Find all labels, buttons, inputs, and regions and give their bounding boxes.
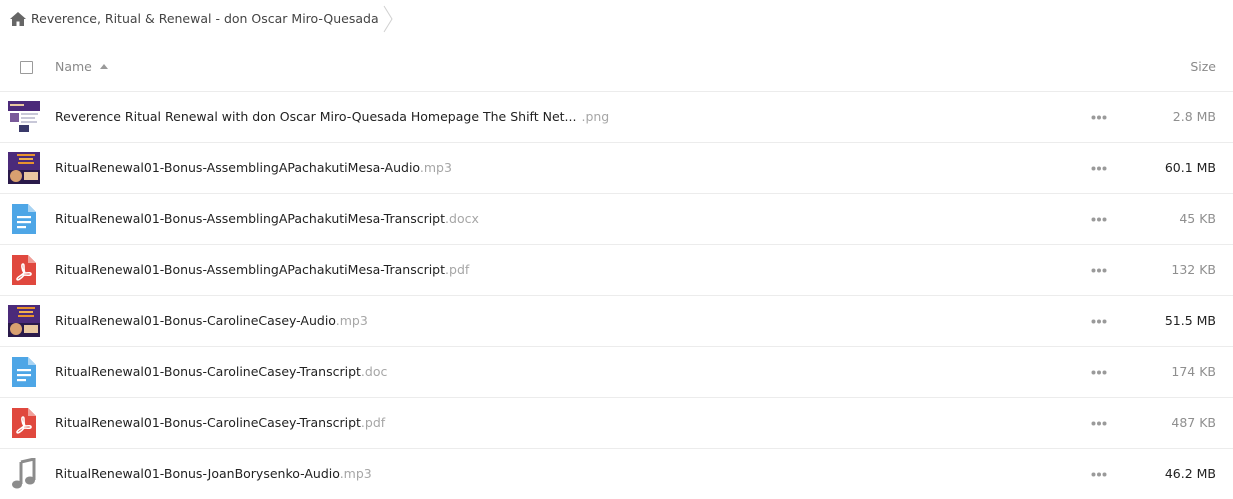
more-actions-icon[interactable] xyxy=(1091,370,1107,375)
file-name[interactable]: RitualRenewal01-Bonus-JoanBorysenko-Audi… xyxy=(55,466,372,481)
pdf-icon[interactable] xyxy=(8,254,40,286)
file-name[interactable]: RitualRenewal01-Bonus-CarolineCasey-Audi… xyxy=(55,313,368,328)
image-thumbnail-icon[interactable] xyxy=(8,101,40,133)
file-name[interactable]: RitualRenewal01-Bonus-AssemblingAPachaku… xyxy=(55,211,479,226)
file-row[interactable]: RitualRenewal01-Bonus-CarolineCasey-Tran… xyxy=(0,398,1233,449)
more-actions-icon[interactable] xyxy=(1091,268,1107,273)
breadcrumb-chevron-icon xyxy=(383,5,393,33)
music-note-icon[interactable] xyxy=(8,458,40,490)
pdf-icon[interactable] xyxy=(8,407,40,439)
file-size: 487 KB xyxy=(1171,415,1216,430)
file-row[interactable]: RitualRenewal01-Bonus-AssemblingAPachaku… xyxy=(0,143,1233,194)
audio-cover-thumbnail-icon[interactable] xyxy=(8,152,40,184)
file-name[interactable]: Reverence Ritual Renewal with don Oscar … xyxy=(55,109,609,124)
file-row[interactable]: RitualRenewal01-Bonus-CarolineCasey-Audi… xyxy=(0,296,1233,347)
file-size: 51.5 MB xyxy=(1164,313,1216,328)
more-actions-icon[interactable] xyxy=(1091,217,1107,222)
more-actions-icon[interactable] xyxy=(1091,166,1107,171)
file-row[interactable]: Reverence Ritual Renewal with don Oscar … xyxy=(0,92,1233,143)
home-icon[interactable] xyxy=(10,12,26,26)
file-list: Reverence Ritual Renewal with don Oscar … xyxy=(0,92,1233,499)
more-actions-icon[interactable] xyxy=(1091,115,1107,120)
file-size: 46.2 MB xyxy=(1164,466,1216,481)
document-icon[interactable] xyxy=(8,203,40,235)
audio-cover-thumbnail-icon[interactable] xyxy=(8,305,40,337)
file-size: 174 KB xyxy=(1171,364,1216,379)
size-column-header[interactable]: Size xyxy=(1190,59,1216,74)
file-row[interactable]: RitualRenewal01-Bonus-CarolineCasey-Tran… xyxy=(0,347,1233,398)
file-size: 60.1 MB xyxy=(1164,160,1216,175)
file-row[interactable]: RitualRenewal01-Bonus-AssemblingAPachaku… xyxy=(0,194,1233,245)
document-icon[interactable] xyxy=(8,356,40,388)
file-name[interactable]: RitualRenewal01-Bonus-AssemblingAPachaku… xyxy=(55,262,469,277)
file-size: 132 KB xyxy=(1171,262,1216,277)
file-row[interactable]: RitualRenewal01-Bonus-JoanBorysenko-Audi… xyxy=(0,449,1233,499)
file-size: 45 KB xyxy=(1179,211,1216,226)
file-size: 2.8 MB xyxy=(1172,109,1216,124)
name-column-header[interactable]: Name xyxy=(55,59,92,74)
more-actions-icon[interactable] xyxy=(1091,319,1107,324)
breadcrumb-folder-name[interactable]: Reverence, Ritual & Renewal - don Oscar … xyxy=(31,11,379,26)
breadcrumb: Reverence, Ritual & Renewal - don Oscar … xyxy=(0,0,1233,40)
file-name[interactable]: RitualRenewal01-Bonus-CarolineCasey-Tran… xyxy=(55,364,387,379)
select-all-checkbox[interactable] xyxy=(20,61,33,74)
sort-ascending-icon[interactable] xyxy=(100,64,108,69)
file-name[interactable]: RitualRenewal01-Bonus-AssemblingAPachaku… xyxy=(55,160,452,175)
file-row[interactable]: RitualRenewal01-Bonus-AssemblingAPachaku… xyxy=(0,245,1233,296)
more-actions-icon[interactable] xyxy=(1091,421,1107,426)
more-actions-icon[interactable] xyxy=(1091,472,1107,477)
file-list-header: Name Size xyxy=(0,41,1233,92)
file-name[interactable]: RitualRenewal01-Bonus-CarolineCasey-Tran… xyxy=(55,415,385,430)
